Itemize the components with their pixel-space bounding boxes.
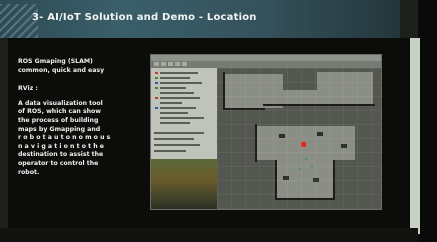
right-border [418,0,437,242]
slide-title: 3- AI/IoT Solution and Demo - Location [32,12,257,23]
description-line: r o b o t a u t o n o m o u s [18,134,111,142]
description-line: destination to assist the [18,151,104,159]
bottom-band [0,228,418,242]
description-line: robot. [18,168,40,176]
toolbar-button [175,62,180,66]
toolbar-button [154,62,159,66]
rviz-screenshot [150,54,382,210]
heading-line-1: ROS Gmaping (SLAM) [18,58,93,65]
title-bar: 3- AI/IoT Solution and Demo - Location [0,0,400,38]
description-line: of ROS, which can show [18,108,102,116]
rviz-toolbar [151,61,381,68]
map-grid [217,68,381,209]
rviz-label: RViz : [18,85,38,93]
description-line: n a v i g a t i o n t o t h e [18,142,104,150]
slide-text: ROS Gmaping (SLAM) common, quick and eas… [18,58,130,177]
description-line: maps by Gmapping and [18,125,101,133]
description-line: the process of building [18,116,99,124]
heading-line-2: common, quick and easy [18,66,105,74]
toolbar-button [161,62,166,66]
side-strip [410,38,420,234]
camera-view [151,159,217,209]
displays-panel [151,68,217,209]
toolbar-button [168,62,173,66]
toolbar-button [182,62,187,66]
description-line: operator to control the [18,159,99,167]
description-line: A data visualization tool [18,99,103,107]
